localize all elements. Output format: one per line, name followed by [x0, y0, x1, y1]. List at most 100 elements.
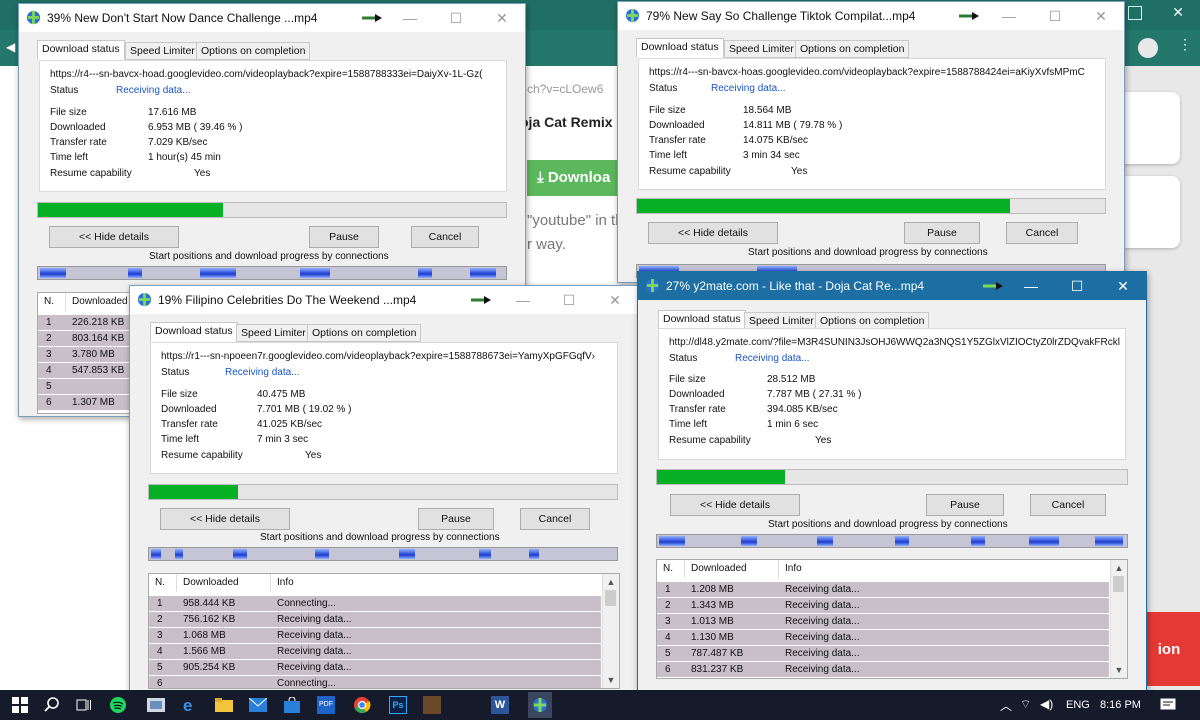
notifications-icon[interactable]: [1158, 695, 1178, 715]
close-icon[interactable]: ✕: [1100, 272, 1146, 300]
maximize-icon[interactable]: ☐: [546, 286, 592, 314]
column-number[interactable]: N.: [38, 293, 66, 311]
table-row[interactable]: 6 831.237 KB Receiving data...: [657, 662, 1109, 677]
cancel-button[interactable]: Cancel: [1006, 222, 1078, 244]
column-info[interactable]: Info: [779, 560, 1109, 578]
search-icon[interactable]: [42, 695, 62, 715]
resume-capability-value: Yes: [305, 450, 322, 461]
cancel-button[interactable]: Cancel: [411, 226, 479, 248]
tab-options-on-completion[interactable]: Options on completion: [196, 42, 311, 60]
column-info[interactable]: Info: [271, 574, 601, 592]
tab-download-status[interactable]: Download status: [658, 310, 746, 330]
tab-speed-limiter[interactable]: Speed Limiter: [236, 324, 311, 342]
table-row[interactable]: 2 756.162 KB Receiving data...: [149, 612, 601, 627]
table-row[interactable]: 3 1.068 MB Receiving data...: [149, 628, 601, 643]
table-row[interactable]: 1 958.444 KB Connecting...: [149, 596, 601, 611]
table-row[interactable]: 1 1.208 MB Receiving data...: [657, 582, 1109, 597]
table-row[interactable]: 4 1.566 MB Receiving data...: [149, 644, 601, 659]
mail-icon[interactable]: [248, 695, 268, 715]
store-icon[interactable]: [282, 695, 302, 715]
tab-download-status[interactable]: Download status: [37, 40, 125, 60]
maximize-icon[interactable]: ☐: [433, 4, 479, 32]
show-hidden-icons-icon[interactable]: ︿: [1000, 697, 1012, 714]
chrome-icon[interactable]: [352, 695, 372, 715]
avatar[interactable]: [1138, 38, 1158, 58]
hide-details-button[interactable]: << Hide details: [648, 222, 778, 244]
minimize-icon[interactable]: —: [986, 2, 1032, 30]
tab-speed-limiter[interactable]: Speed Limiter: [724, 40, 799, 58]
maximize-icon[interactable]: ☐: [1054, 272, 1100, 300]
table-row[interactable]: 2 1.343 MB Receiving data...: [657, 598, 1109, 613]
column-number[interactable]: N.: [657, 560, 685, 578]
close-icon[interactable]: ✕: [1172, 4, 1184, 21]
vertical-scrollbar[interactable]: ▲ ▼: [602, 574, 619, 688]
more-menu-icon[interactable]: ⋮: [1178, 36, 1192, 53]
app-icon[interactable]: [146, 695, 166, 715]
vertical-scrollbar[interactable]: ▲ ▼: [1110, 560, 1127, 678]
cancel-button[interactable]: Cancel: [520, 508, 590, 530]
scroll-down-icon[interactable]: ▼: [1111, 662, 1127, 678]
title-bar[interactable]: 39% New Don't Start Now Dance Challenge …: [19, 4, 525, 32]
transfer-rate-value: 14.075 KB/sec: [743, 135, 809, 146]
scroll-thumb[interactable]: [605, 590, 616, 606]
clock[interactable]: 8:16 PM: [1100, 699, 1141, 711]
column-downloaded[interactable]: Downloaded: [685, 560, 779, 578]
table-row[interactable]: 3 1.013 MB Receiving data...: [657, 614, 1109, 629]
scroll-up-icon[interactable]: ▲: [603, 574, 619, 590]
edge-icon[interactable]: e: [180, 695, 200, 715]
pdf-icon[interactable]: PDF: [316, 695, 336, 715]
minimize-icon[interactable]: —: [500, 286, 546, 314]
scroll-thumb[interactable]: [1113, 576, 1124, 592]
hide-details-button[interactable]: << Hide details: [670, 494, 800, 516]
pause-button[interactable]: Pause: [309, 226, 379, 248]
maximize-icon[interactable]: ☐: [1032, 2, 1078, 30]
pause-button[interactable]: Pause: [418, 508, 494, 530]
task-view-icon[interactable]: [74, 695, 94, 715]
column-number[interactable]: N.: [149, 574, 177, 592]
tab-speed-limiter[interactable]: Speed Limiter: [125, 42, 200, 60]
file-explorer-icon[interactable]: [214, 695, 234, 715]
cancel-button[interactable]: Cancel: [1030, 494, 1106, 516]
page-download-button[interactable]: ⤓ Downloa: [527, 160, 627, 196]
connection-segment: [300, 268, 330, 278]
back-icon[interactable]: ◀: [6, 40, 15, 54]
tab-options-on-completion[interactable]: Options on completion: [795, 40, 910, 58]
spotify-icon[interactable]: [108, 695, 128, 715]
column-downloaded[interactable]: Downloaded: [177, 574, 271, 592]
table-row[interactable]: 4 1.130 MB Receiving data...: [657, 630, 1109, 645]
tab-options-on-completion[interactable]: Options on completion: [307, 324, 422, 342]
minimize-icon[interactable]: —: [387, 4, 433, 32]
language-indicator[interactable]: ENG: [1066, 699, 1090, 711]
title-bar[interactable]: 27% y2mate.com - Like that - Doja Cat Re…: [638, 272, 1146, 300]
close-icon[interactable]: ✕: [479, 4, 525, 32]
network-icon[interactable]: ⌔: [1020, 697, 1031, 712]
download-url: http://dl48.y2mate.com/?file=M3R4SUNIN3J…: [669, 337, 1120, 348]
tab-download-status[interactable]: Download status: [636, 38, 724, 58]
download-progress-bar: [656, 469, 1128, 485]
volume-icon[interactable]: ◀): [1040, 697, 1053, 711]
scroll-up-icon[interactable]: ▲: [1111, 560, 1127, 576]
window-title: 27% y2mate.com - Like that - Doja Cat Re…: [666, 279, 925, 293]
page-action-button[interactable]: ion: [1138, 612, 1200, 686]
windows-start-icon[interactable]: [10, 695, 30, 715]
tab-download-status[interactable]: Download status: [150, 322, 238, 342]
connections-caption: Start positions and download progress by…: [260, 532, 500, 543]
hide-details-button[interactable]: << Hide details: [160, 508, 290, 530]
media-app-icon[interactable]: [422, 695, 442, 715]
table-row[interactable]: 5 905.254 KB Receiving data...: [149, 660, 601, 675]
idm-taskbar-icon[interactable]: [528, 692, 552, 718]
title-bar[interactable]: 79% New Say So Challenge Tiktok Compilat…: [618, 2, 1124, 30]
table-row[interactable]: 6 Connecting...: [149, 676, 601, 689]
pause-button[interactable]: Pause: [904, 222, 980, 244]
hide-details-button[interactable]: << Hide details: [49, 226, 179, 248]
scroll-down-icon[interactable]: ▼: [603, 672, 619, 688]
pause-button[interactable]: Pause: [926, 494, 1004, 516]
minimize-icon[interactable]: —: [1008, 272, 1054, 300]
word-icon[interactable]: W: [490, 695, 510, 715]
close-icon[interactable]: ✕: [1078, 2, 1124, 30]
title-bar[interactable]: 19% Filipino Celebrities Do The Weekend …: [130, 286, 638, 314]
photoshop-icon[interactable]: Ps: [388, 695, 408, 715]
table-row[interactable]: 5 787.487 KB Receiving data...: [657, 646, 1109, 661]
restore-icon[interactable]: [1128, 6, 1142, 20]
close-icon[interactable]: ✕: [592, 286, 638, 314]
